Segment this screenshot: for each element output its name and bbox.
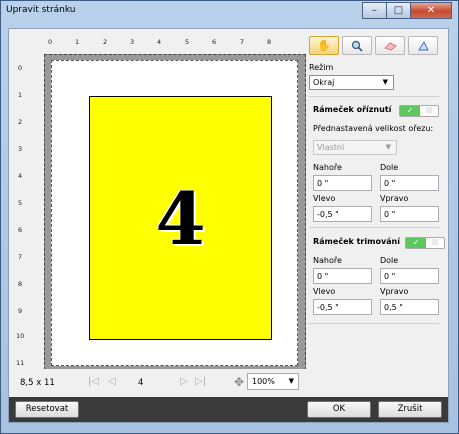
page-content: 4 <box>89 96 272 340</box>
ruler-tick: 4 <box>157 38 162 46</box>
check-icon: ✓ <box>406 238 426 248</box>
crop-box-toggle[interactable]: ✓ ||| <box>399 105 439 117</box>
tool-toolbar: ✋ <box>309 36 438 55</box>
maximize-button[interactable]: □ <box>386 2 411 19</box>
ruler-tick: 8 <box>18 280 23 288</box>
trim-right-label: Vpravo <box>380 287 409 296</box>
reset-button[interactable]: Resetovat <box>15 401 79 418</box>
dialog-client: 0 1 2 3 4 5 6 7 8 0 1 2 3 4 5 6 7 8 9 10… <box>8 28 449 423</box>
zoom-value: 100% <box>252 377 275 386</box>
magnifier-icon <box>351 40 363 52</box>
ruler-tick: 2 <box>18 118 23 126</box>
ok-button[interactable]: OK <box>307 401 371 418</box>
ruler-tick: 8 <box>267 38 272 46</box>
crop-right-input[interactable]: 0 " <box>380 206 439 222</box>
chevron-down-icon: ▼ <box>288 377 294 385</box>
settings-panel: ✋ Režim Okraj ▼ Rámeček oříznutí ✓ ||| P… <box>307 30 448 396</box>
ruler-tick: 5 <box>185 38 190 46</box>
crop-left-label: Vlevo <box>313 194 336 203</box>
ruler-tick: 2 <box>103 38 108 46</box>
prev-page-icon[interactable]: ◁ <box>108 376 116 387</box>
eraser-icon <box>383 42 397 50</box>
eraser-tool-button[interactable] <box>375 36 405 55</box>
divider <box>309 227 439 228</box>
ruler-tick: 9 <box>18 307 23 315</box>
ruler-tick: 4 <box>18 172 23 180</box>
crop-right-label: Vpravo <box>380 194 409 203</box>
preset-size-label: Přednastavená velikost ořezu: <box>313 124 434 133</box>
trim-bottom-label: Dole <box>380 256 399 265</box>
page-size-label: 8,5 x 11 <box>20 378 55 388</box>
trim-top-input[interactable]: 0 " <box>313 268 372 284</box>
crop-box-title: Rámeček oříznutí <box>313 105 392 114</box>
fit-page-icon[interactable]: ✥ <box>234 375 244 389</box>
ruler-tick: 11 <box>16 359 25 367</box>
next-page-icon[interactable]: ▷ <box>180 376 188 387</box>
cancel-button[interactable]: Zrušit <box>378 401 442 418</box>
trim-left-label: Vlevo <box>313 287 336 296</box>
close-button[interactable]: ✕ <box>410 2 452 19</box>
trim-right-input[interactable]: 0,5 " <box>380 299 439 315</box>
preset-size-select[interactable]: Vlastní ▼ <box>313 140 397 155</box>
dialog-footer: Resetovat OK Zrušit <box>9 397 448 422</box>
ruler-tick: 0 <box>48 38 53 46</box>
triangle-tool-button[interactable] <box>408 36 438 55</box>
mode-value: Okraj <box>313 78 335 87</box>
chevron-down-icon: ▼ <box>382 78 388 86</box>
minimize-button[interactable]: – <box>362 2 387 19</box>
ruler-tick: 7 <box>240 38 245 46</box>
last-page-icon[interactable]: ▷| <box>195 376 206 387</box>
page-navigation-bar: 8,5 x 11 |◁ ◁ 4 ▷ ▷| ✥ 100% ▼ <box>10 369 306 395</box>
crop-left-input[interactable]: -0,5 " <box>313 206 372 222</box>
page-number[interactable]: 4 <box>138 378 143 388</box>
set-square-icon <box>417 40 429 50</box>
trim-left-input[interactable]: -0,5 " <box>313 299 372 315</box>
ruler-top: 0 1 2 3 4 5 6 7 8 <box>48 38 306 52</box>
mode-select[interactable]: Okraj ▼ <box>309 75 394 90</box>
preset-size-value: Vlastní <box>317 143 345 152</box>
ruler-tick: 1 <box>75 38 80 46</box>
check-icon: ✓ <box>400 106 420 116</box>
trim-top-label: Nahoře <box>313 256 342 265</box>
first-page-icon[interactable]: |◁ <box>88 376 99 387</box>
trim-box-toggle[interactable]: ✓ ||| <box>405 237 445 249</box>
crop-top-label: Nahoře <box>313 163 342 172</box>
crop-bottom-input[interactable]: 0 " <box>380 175 439 191</box>
crop-bottom-label: Dole <box>380 163 399 172</box>
edit-page-window: Upravit stránku – □ ✕ 0 1 2 3 4 5 6 7 8 … <box>0 0 459 434</box>
trim-box-title: Rámeček trimování <box>313 237 400 246</box>
ruler-tick: 5 <box>18 199 23 207</box>
toggle-grip: ||| <box>425 107 433 114</box>
hand-icon: ✋ <box>317 39 331 52</box>
title-bar: Upravit stránku – □ ✕ <box>1 1 458 23</box>
ruler-tick: 3 <box>18 145 23 153</box>
ruler-tick: 6 <box>18 226 23 234</box>
mode-label: Režim <box>309 63 334 72</box>
page-number-graphic: 4 <box>155 175 206 261</box>
ruler-tick: 0 <box>18 64 23 72</box>
ruler-tick: 7 <box>18 253 23 261</box>
divider <box>309 323 439 324</box>
zoom-select[interactable]: 100% ▼ <box>247 373 299 390</box>
zoom-tool-button[interactable] <box>342 36 372 55</box>
hand-tool-button[interactable]: ✋ <box>309 36 339 55</box>
toggle-grip: ||| <box>431 239 439 246</box>
ruler-tick: 6 <box>212 38 217 46</box>
crop-top-input[interactable]: 0 " <box>313 175 372 191</box>
ruler-left: 0 1 2 3 4 5 6 7 8 9 10 11 <box>16 60 38 370</box>
trim-bottom-input[interactable]: 0 " <box>380 268 439 284</box>
chevron-down-icon: ▼ <box>385 143 391 151</box>
window-title: Upravit stránku <box>6 5 76 15</box>
ruler-tick: 1 <box>18 91 23 99</box>
page-preview[interactable]: 0 1 2 3 4 5 6 7 8 0 1 2 3 4 5 6 7 8 9 10… <box>10 30 306 370</box>
divider <box>309 96 439 97</box>
ruler-tick: 10 <box>16 332 25 340</box>
ruler-tick: 3 <box>130 38 135 46</box>
